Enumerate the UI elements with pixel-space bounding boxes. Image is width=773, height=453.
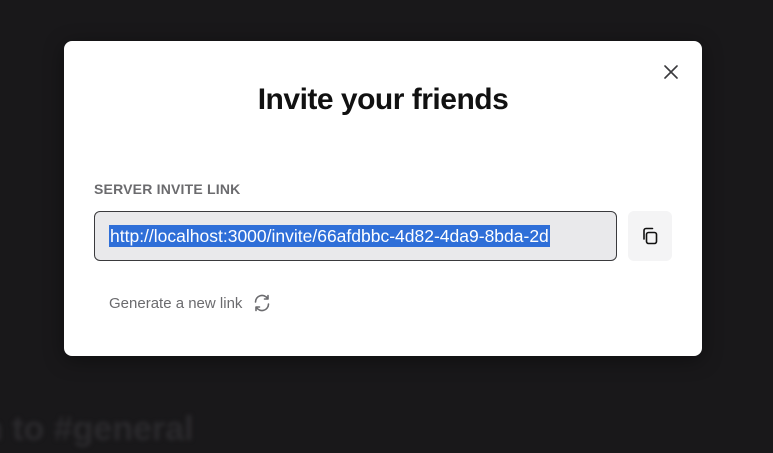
invite-modal: Invite your friends SERVER INVITE LINK h…	[64, 41, 702, 356]
invite-link-field[interactable]: http://localhost:3000/invite/66afdbbc-4d…	[94, 211, 617, 261]
generate-new-link-button[interactable]: Generate a new link	[109, 291, 272, 315]
refresh-icon	[255, 294, 270, 312]
generate-new-link-label: Generate a new link	[109, 294, 243, 312]
close-button[interactable]	[660, 61, 682, 83]
modal-title: Invite your friends	[257, 83, 509, 116]
background-channel-text: n to #general	[0, 410, 194, 448]
close-icon	[664, 65, 678, 79]
invite-link-label: SERVER INVITE LINK	[94, 181, 241, 197]
invite-link-text[interactable]: http://localhost:3000/invite/66afdbbc-4d…	[109, 225, 550, 247]
copy-link-button[interactable]	[628, 211, 672, 261]
copy-icon	[643, 227, 658, 245]
